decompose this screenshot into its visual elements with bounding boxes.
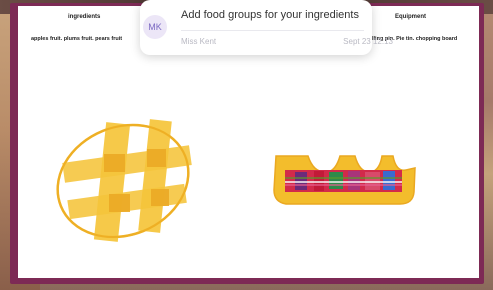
lattice-pie-drawing xyxy=(56,119,192,242)
pie-side-drawing xyxy=(273,155,416,205)
notification-timestamp: Sept 23 12:13 xyxy=(343,37,393,46)
notification-sender: Miss Kent xyxy=(181,37,217,46)
notification-title: Add food groups for your ingredients xyxy=(181,9,359,21)
notification-divider xyxy=(181,30,364,31)
screen: ingredients Equipment apples fruit. plum… xyxy=(0,0,493,290)
sender-avatar: MK xyxy=(143,15,167,39)
